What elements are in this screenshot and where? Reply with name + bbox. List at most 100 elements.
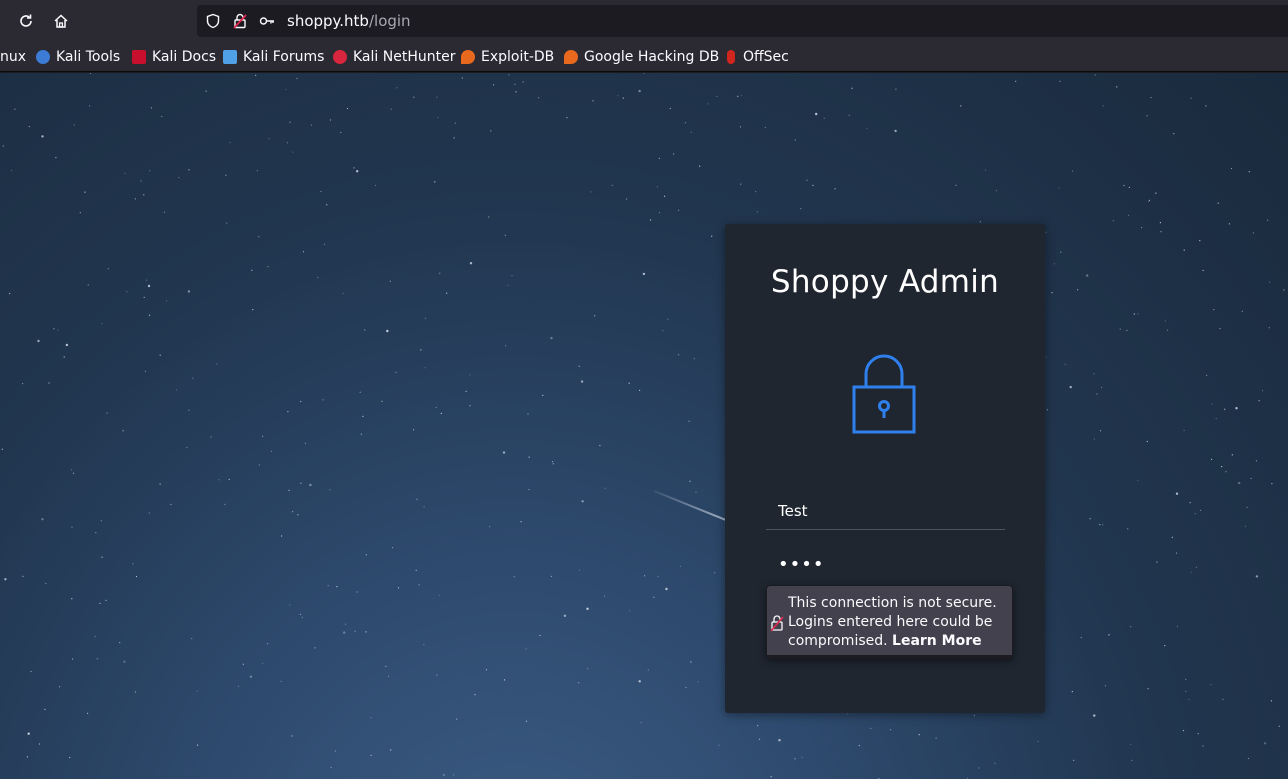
- star: [1190, 97, 1192, 99]
- star: [812, 184, 814, 186]
- star: [187, 290, 191, 293]
- bookmark-kali-forums[interactable]: Kali Forums: [223, 48, 324, 66]
- bookmark-kali-nethunter[interactable]: Kali NetHunter: [333, 48, 455, 66]
- star: [1247, 757, 1249, 760]
- star: [267, 643, 269, 645]
- star: [626, 198, 628, 200]
- kali-nethunter-icon: [333, 50, 347, 64]
- star: [122, 430, 124, 432]
- insecure-lock-icon[interactable]: [232, 13, 248, 29]
- star: [1258, 400, 1260, 402]
- star: [520, 521, 522, 523]
- star: [73, 124, 75, 126]
- star: [436, 674, 438, 676]
- star: [288, 489, 290, 491]
- password-input[interactable]: ••••: [766, 546, 1005, 584]
- star: [10, 169, 13, 171]
- star: [525, 648, 527, 650]
- star: [1015, 80, 1017, 82]
- star: [657, 576, 659, 578]
- star: [755, 191, 757, 193]
- star: [226, 222, 228, 224]
- star: [1241, 310, 1243, 312]
- url-path: /login: [368, 12, 411, 30]
- star: [834, 188, 836, 190]
- star: [1205, 105, 1207, 107]
- star: [340, 131, 342, 134]
- url-text[interactable]: shoppy.htb/login: [287, 12, 411, 30]
- learn-more-link[interactable]: Learn More: [892, 633, 982, 649]
- star: [41, 518, 44, 521]
- star: [1156, 561, 1158, 563]
- home-button[interactable]: [46, 6, 76, 36]
- star: [176, 389, 178, 391]
- star: [1267, 219, 1269, 221]
- bookmark-kali-tools[interactable]: Kali Tools: [36, 48, 120, 66]
- star: [353, 167, 355, 169]
- star: [329, 119, 332, 121]
- star: [640, 722, 642, 724]
- reload-button[interactable]: [11, 6, 41, 36]
- star: [71, 469, 73, 471]
- tracking-protection-shield-icon[interactable]: [205, 13, 221, 29]
- star: [446, 292, 448, 294]
- bookmark-exploit-db[interactable]: Exploit-DB: [461, 48, 554, 66]
- address-bar[interactable]: shoppy.htb/login: [197, 5, 1288, 37]
- star: [123, 660, 126, 663]
- star: [465, 390, 467, 392]
- bookmark-kali-linux[interactable]: nux: [0, 48, 26, 66]
- star: [370, 717, 372, 719]
- star: [689, 480, 691, 482]
- star: [453, 774, 455, 776]
- star: [552, 461, 554, 463]
- star: [1230, 167, 1233, 170]
- star: [268, 138, 270, 140]
- bookmark-offsec[interactable]: OffSec: [724, 48, 789, 66]
- key-icon[interactable]: [259, 13, 275, 29]
- star: [149, 170, 151, 172]
- star: [1119, 328, 1121, 330]
- star: [389, 280, 391, 282]
- star: [65, 343, 69, 347]
- star: [552, 463, 554, 465]
- star: [59, 686, 61, 688]
- star: [522, 81, 524, 83]
- star: [1064, 363, 1066, 365]
- star: [285, 88, 287, 91]
- star: [690, 661, 692, 663]
- star: [437, 116, 439, 119]
- star: [1262, 390, 1264, 392]
- star: [356, 591, 358, 593]
- star: [413, 429, 415, 431]
- star: [718, 744, 720, 746]
- star: [317, 276, 319, 279]
- star: [69, 756, 71, 759]
- star: [688, 420, 690, 422]
- bookmark-kali-docs[interactable]: Kali Docs: [132, 48, 216, 66]
- username-input[interactable]: [766, 492, 1005, 530]
- star: [106, 412, 108, 414]
- bookmark-label: Kali Docs: [152, 49, 217, 65]
- star: [395, 371, 397, 373]
- star: [622, 97, 624, 99]
- kali-forums-icon: [223, 50, 237, 64]
- star: [87, 712, 89, 715]
- star: [594, 315, 596, 317]
- star: [697, 681, 699, 683]
- star: [281, 535, 283, 537]
- star: [1108, 633, 1110, 636]
- star: [132, 563, 134, 565]
- star: [413, 96, 415, 98]
- star: [94, 635, 96, 638]
- star: [1225, 471, 1227, 473]
- star: [604, 487, 606, 489]
- bookmark-google-hacking-db[interactable]: Google Hacking DB: [564, 48, 719, 66]
- star: [45, 582, 47, 585]
- star: [96, 658, 98, 660]
- star: [563, 614, 567, 617]
- star: [737, 95, 739, 97]
- ghdb-icon: [564, 50, 578, 64]
- star: [89, 73, 91, 74]
- star: [27, 732, 30, 735]
- star: [1126, 329, 1128, 331]
